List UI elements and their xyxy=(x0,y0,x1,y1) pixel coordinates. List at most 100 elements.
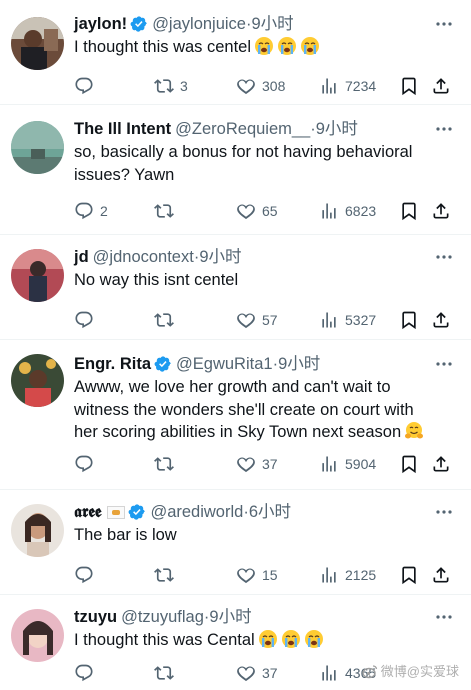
heart-icon xyxy=(237,567,255,583)
tweet-text: No way this isnt centel xyxy=(74,271,239,289)
tweet-text-content: I thought this was centel xyxy=(74,38,252,56)
more-options-button[interactable] xyxy=(433,14,455,34)
views-button[interactable]: 6823 xyxy=(319,199,376,223)
retweet-button[interactable] xyxy=(154,308,180,332)
display-name[interactable]: Engr. Rita xyxy=(74,354,151,374)
avatar[interactable] xyxy=(11,121,64,174)
like-count: 57 xyxy=(262,311,278,328)
action-bar: 37 5904 xyxy=(74,452,449,476)
more-options-button[interactable] xyxy=(433,119,455,139)
share-button[interactable] xyxy=(431,74,451,98)
handle[interactable]: @jaylonjuice xyxy=(152,14,246,34)
watermark: 微博@实爱球 xyxy=(362,661,459,680)
handle[interactable]: @ZeroRequiem__ xyxy=(175,119,310,139)
heart-icon xyxy=(237,312,255,328)
views-button[interactable]: 5327 xyxy=(319,308,376,332)
bookmark-button[interactable] xyxy=(399,563,419,587)
share-button[interactable] xyxy=(431,199,451,223)
retweet-button[interactable]: 3 xyxy=(154,74,188,98)
retweet-icon xyxy=(154,665,174,680)
like-button[interactable]: 308 xyxy=(236,74,285,98)
tweet-text: so, basically a bonus for not having beh… xyxy=(74,143,413,184)
tweet-text: I thought this was centel xyxy=(74,36,431,59)
handle[interactable]: @jdnocontext xyxy=(93,247,194,267)
reply-button[interactable] xyxy=(74,452,100,476)
bookmark-button[interactable] xyxy=(399,199,419,223)
like-button[interactable]: 15 xyxy=(236,563,278,587)
display-name[interactable]: jd xyxy=(74,247,89,267)
views-button[interactable]: 7234 xyxy=(319,74,376,98)
like-button[interactable]: 37 xyxy=(236,452,278,476)
retweet-button[interactable] xyxy=(154,199,180,223)
like-button[interactable]: 37 xyxy=(236,661,278,685)
display-name[interactable]: 𝖆𝖗𝖊𝖊 xyxy=(74,502,101,522)
timestamp[interactable]: 9小时 xyxy=(199,247,241,267)
avatar[interactable] xyxy=(11,17,64,70)
more-options-button[interactable] xyxy=(433,247,455,267)
tweet-item[interactable]: The Ill Intent @ZeroRequiem__ · 9小时 so, … xyxy=(0,105,471,235)
avatar[interactable] xyxy=(11,249,64,302)
tweet-text-content: I thought this was Cental xyxy=(74,631,255,649)
tweet-item[interactable]: Engr. Rita @EgwuRita1 · 9小时 Awww, we lov… xyxy=(0,340,471,490)
tweet-item[interactable]: jaylon! @jaylonjuice · 9小时 I thought thi… xyxy=(0,0,471,105)
views-chart-icon xyxy=(322,203,336,219)
more-options-button[interactable] xyxy=(433,607,455,627)
reply-button[interactable]: 2 xyxy=(74,199,108,223)
bookmark-button[interactable] xyxy=(399,74,419,98)
share-icon xyxy=(433,566,449,582)
reply-button[interactable] xyxy=(74,661,100,685)
views-button[interactable]: 2125 xyxy=(319,563,376,587)
tweet-header: jaylon! @jaylonjuice · 9小时 xyxy=(74,14,431,34)
avatar[interactable] xyxy=(11,504,64,557)
bookmark-icon xyxy=(402,77,416,95)
avatar[interactable] xyxy=(11,609,64,662)
more-options-button[interactable] xyxy=(433,354,455,374)
timestamp[interactable]: 9小时 xyxy=(251,14,293,34)
handle[interactable]: @arediworld xyxy=(150,502,243,522)
action-bar: 3 308 7234 xyxy=(74,74,449,98)
views-button[interactable]: 5904 xyxy=(319,452,376,476)
timestamp[interactable]: 9小时 xyxy=(278,354,320,374)
views-chart-icon xyxy=(322,312,336,327)
view-count: 2125 xyxy=(345,566,377,583)
verified-badge-icon xyxy=(128,503,146,521)
reply-button[interactable] xyxy=(74,308,100,332)
retweet-button[interactable] xyxy=(154,563,180,587)
handle[interactable]: @EgwuRita1 xyxy=(176,354,273,374)
display-name[interactable]: tzuyu xyxy=(74,607,117,627)
bookmark-icon xyxy=(402,311,416,329)
like-count: 37 xyxy=(262,664,278,681)
share-button[interactable] xyxy=(431,563,451,587)
timestamp[interactable]: 6小时 xyxy=(249,502,291,522)
avatar[interactable] xyxy=(11,354,64,407)
retweet-button[interactable] xyxy=(154,661,180,685)
reply-icon xyxy=(75,311,93,328)
like-button[interactable]: 57 xyxy=(236,308,278,332)
tweet-item[interactable]: 𝖆𝖗𝖊𝖊 @arediworld · 6小时 The bar is low 15… xyxy=(0,490,471,595)
reply-icon xyxy=(75,566,93,583)
view-count: 6823 xyxy=(345,203,377,219)
bookmark-button[interactable] xyxy=(399,308,419,332)
timestamp[interactable]: 9小时 xyxy=(209,607,251,627)
bookmark-button[interactable] xyxy=(399,452,419,476)
retweet-button[interactable] xyxy=(154,452,180,476)
view-count: 5904 xyxy=(345,455,377,472)
more-options-button[interactable] xyxy=(433,502,455,522)
handle[interactable]: @tzuyuflag xyxy=(121,607,204,627)
share-button[interactable] xyxy=(431,452,451,476)
display-name[interactable]: jaylon! xyxy=(74,14,127,34)
retweet-icon xyxy=(154,204,174,218)
action-bar: 57 5327 xyxy=(74,308,449,332)
tweet-item[interactable]: jd @jdnocontext · 9小时 No way this isnt c… xyxy=(0,235,471,340)
reply-button[interactable] xyxy=(74,563,100,587)
share-button[interactable] xyxy=(431,308,451,332)
reply-icon xyxy=(75,77,93,94)
like-button[interactable]: 65 xyxy=(236,199,278,223)
bookmark-icon xyxy=(402,566,416,584)
display-name[interactable]: The Ill Intent xyxy=(74,119,171,139)
loudly-crying-face-icon xyxy=(258,629,278,649)
timestamp[interactable]: 9小时 xyxy=(316,119,358,139)
views-chart-icon xyxy=(322,665,336,680)
views-chart-icon xyxy=(322,78,336,93)
reply-button[interactable] xyxy=(74,74,100,98)
